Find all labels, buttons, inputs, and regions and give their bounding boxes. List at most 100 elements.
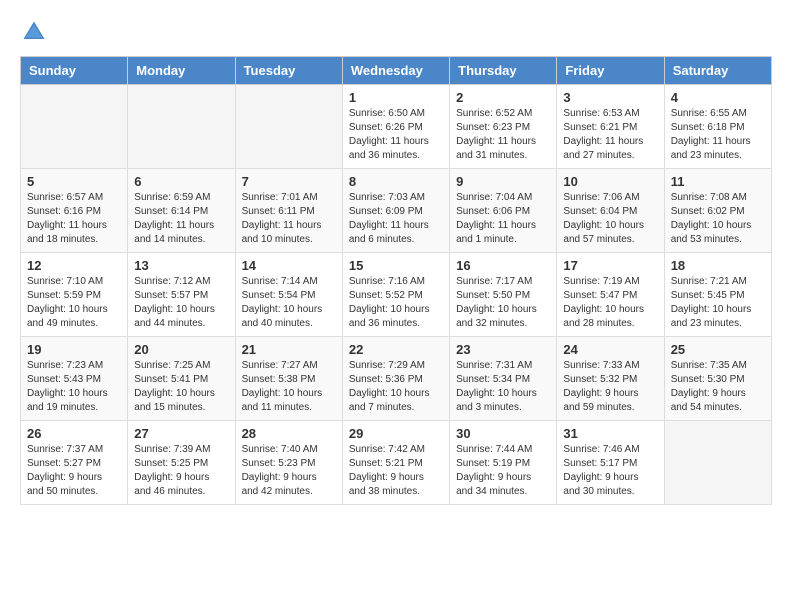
calendar-header-row: SundayMondayTuesdayWednesdayThursdayFrid…: [21, 57, 772, 85]
day-number: 2: [456, 90, 550, 105]
header: [20, 18, 772, 46]
day-info: Sunrise: 7:27 AM Sunset: 5:38 PM Dayligh…: [242, 359, 336, 415]
day-number: 17: [563, 258, 657, 273]
day-header: Friday: [557, 57, 664, 85]
calendar-cell: 5 Sunrise: 6:57 AM Sunset: 6:16 PM Daylig…: [21, 169, 128, 253]
calendar-cell: 15Sunrise: 7:16 AM Sunset: 5:52 PM Dayli…: [342, 253, 449, 337]
day-number: 29: [349, 426, 443, 441]
day-number: 12: [27, 258, 121, 273]
calendar-cell: 1 Sunrise: 6:50 AM Sunset: 6:26 PM Daylig…: [342, 85, 449, 169]
calendar-week-row: 5 Sunrise: 6:57 AM Sunset: 6:16 PM Daylig…: [21, 169, 772, 253]
day-number: 13: [134, 258, 228, 273]
calendar-cell: [21, 85, 128, 169]
day-number: 28: [242, 426, 336, 441]
day-info: Sunrise: 6:52 AM Sunset: 6:23 PM Dayligh…: [456, 107, 550, 163]
day-number: 1: [349, 90, 443, 105]
calendar-cell: 14 Sunrise: 7:14 AM Sunset: 5:54 PM Dayli…: [235, 253, 342, 337]
day-info: Sunrise: 7:10 AM Sunset: 5:59 PM Dayligh…: [27, 275, 121, 331]
calendar-cell: 3 Sunrise: 6:53 AM Sunset: 6:21 PM Daylig…: [557, 85, 664, 169]
page: SundayMondayTuesdayWednesdayThursdayFrid…: [0, 0, 792, 523]
calendar-week-row: 19Sunrise: 7:23 AM Sunset: 5:43 PM Dayli…: [21, 337, 772, 421]
day-number: 26: [27, 426, 121, 441]
day-info: Sunrise: 7:04 AM Sunset: 6:06 PM Dayligh…: [456, 191, 550, 247]
day-info: Sunrise: 6:50 AM Sunset: 6:26 PM Dayligh…: [349, 107, 443, 163]
day-info: Sunrise: 7:46 AM Sunset: 5:17 PM Dayligh…: [563, 443, 657, 499]
day-number: 31: [563, 426, 657, 441]
day-info: Sunrise: 7:42 AM Sunset: 5:21 PM Dayligh…: [349, 443, 443, 499]
day-number: 6: [134, 174, 228, 189]
day-number: 5: [27, 174, 121, 189]
calendar: SundayMondayTuesdayWednesdayThursdayFrid…: [20, 56, 772, 505]
day-number: 11: [671, 174, 765, 189]
logo: [20, 18, 52, 46]
day-info: Sunrise: 7:19 AM Sunset: 5:47 PM Dayligh…: [563, 275, 657, 331]
calendar-week-row: 26 Sunrise: 7:37 AM Sunset: 5:27 PM Dayli…: [21, 421, 772, 505]
calendar-cell: 20Sunrise: 7:25 AM Sunset: 5:41 PM Dayli…: [128, 337, 235, 421]
logo-icon: [20, 18, 48, 46]
day-number: 8: [349, 174, 443, 189]
day-header: Thursday: [450, 57, 557, 85]
day-info: Sunrise: 7:03 AM Sunset: 6:09 PM Dayligh…: [349, 191, 443, 247]
calendar-cell: 13 Sunrise: 7:12 AM Sunset: 5:57 PM Dayli…: [128, 253, 235, 337]
calendar-cell: 27 Sunrise: 7:39 AM Sunset: 5:25 PM Dayli…: [128, 421, 235, 505]
calendar-cell: [128, 85, 235, 169]
calendar-cell: 10 Sunrise: 7:06 AM Sunset: 6:04 PM Dayli…: [557, 169, 664, 253]
day-number: 14: [242, 258, 336, 273]
day-info: Sunrise: 7:12 AM Sunset: 5:57 PM Dayligh…: [134, 275, 228, 331]
day-number: 3: [563, 90, 657, 105]
day-header: Wednesday: [342, 57, 449, 85]
day-number: 24: [563, 342, 657, 357]
day-header: Saturday: [664, 57, 771, 85]
day-info: Sunrise: 7:44 AM Sunset: 5:19 PM Dayligh…: [456, 443, 550, 499]
day-info: Sunrise: 7:17 AM Sunset: 5:50 PM Dayligh…: [456, 275, 550, 331]
day-info: Sunrise: 7:01 AM Sunset: 6:11 PM Dayligh…: [242, 191, 336, 247]
day-header: Tuesday: [235, 57, 342, 85]
calendar-cell: 29 Sunrise: 7:42 AM Sunset: 5:21 PM Dayli…: [342, 421, 449, 505]
day-info: Sunrise: 7:25 AM Sunset: 5:41 PM Dayligh…: [134, 359, 228, 415]
calendar-cell: 31 Sunrise: 7:46 AM Sunset: 5:17 PM Dayli…: [557, 421, 664, 505]
day-info: Sunrise: 7:06 AM Sunset: 6:04 PM Dayligh…: [563, 191, 657, 247]
day-info: Sunrise: 7:37 AM Sunset: 5:27 PM Dayligh…: [27, 443, 121, 499]
day-number: 19: [27, 342, 121, 357]
calendar-cell: [235, 85, 342, 169]
day-info: Sunrise: 7:39 AM Sunset: 5:25 PM Dayligh…: [134, 443, 228, 499]
day-info: Sunrise: 7:21 AM Sunset: 5:45 PM Dayligh…: [671, 275, 765, 331]
day-header: Monday: [128, 57, 235, 85]
calendar-cell: 2 Sunrise: 6:52 AM Sunset: 6:23 PM Daylig…: [450, 85, 557, 169]
calendar-cell: 21 Sunrise: 7:27 AM Sunset: 5:38 PM Dayli…: [235, 337, 342, 421]
day-number: 21: [242, 342, 336, 357]
day-number: 4: [671, 90, 765, 105]
day-number: 18: [671, 258, 765, 273]
calendar-cell: 28Sunrise: 7:40 AM Sunset: 5:23 PM Dayli…: [235, 421, 342, 505]
day-number: 9: [456, 174, 550, 189]
calendar-cell: 16 Sunrise: 7:17 AM Sunset: 5:50 PM Dayli…: [450, 253, 557, 337]
calendar-cell: 23 Sunrise: 7:31 AM Sunset: 5:34 PM Dayli…: [450, 337, 557, 421]
calendar-cell: 25Sunrise: 7:35 AM Sunset: 5:30 PM Dayli…: [664, 337, 771, 421]
calendar-cell: 4 Sunrise: 6:55 AM Sunset: 6:18 PM Daylig…: [664, 85, 771, 169]
day-info: Sunrise: 6:53 AM Sunset: 6:21 PM Dayligh…: [563, 107, 657, 163]
day-info: Sunrise: 6:55 AM Sunset: 6:18 PM Dayligh…: [671, 107, 765, 163]
calendar-cell: 7 Sunrise: 7:01 AM Sunset: 6:11 PM Daylig…: [235, 169, 342, 253]
day-info: Sunrise: 7:14 AM Sunset: 5:54 PM Dayligh…: [242, 275, 336, 331]
calendar-cell: 26 Sunrise: 7:37 AM Sunset: 5:27 PM Dayli…: [21, 421, 128, 505]
calendar-cell: 30 Sunrise: 7:44 AM Sunset: 5:19 PM Dayli…: [450, 421, 557, 505]
day-number: 16: [456, 258, 550, 273]
calendar-cell: 22Sunrise: 7:29 AM Sunset: 5:36 PM Dayli…: [342, 337, 449, 421]
calendar-cell: 17 Sunrise: 7:19 AM Sunset: 5:47 PM Dayli…: [557, 253, 664, 337]
calendar-week-row: 1 Sunrise: 6:50 AM Sunset: 6:26 PM Daylig…: [21, 85, 772, 169]
day-info: Sunrise: 7:29 AM Sunset: 5:36 PM Dayligh…: [349, 359, 443, 415]
day-info: Sunrise: 7:35 AM Sunset: 5:30 PM Dayligh…: [671, 359, 765, 415]
day-info: Sunrise: 7:08 AM Sunset: 6:02 PM Dayligh…: [671, 191, 765, 247]
calendar-cell: 19Sunrise: 7:23 AM Sunset: 5:43 PM Dayli…: [21, 337, 128, 421]
day-number: 7: [242, 174, 336, 189]
day-number: 27: [134, 426, 228, 441]
day-number: 10: [563, 174, 657, 189]
day-info: Sunrise: 6:57 AM Sunset: 6:16 PM Dayligh…: [27, 191, 121, 247]
calendar-cell: 11 Sunrise: 7:08 AM Sunset: 6:02 PM Dayli…: [664, 169, 771, 253]
day-number: 30: [456, 426, 550, 441]
calendar-cell: 18 Sunrise: 7:21 AM Sunset: 5:45 PM Dayli…: [664, 253, 771, 337]
calendar-cell: 6Sunrise: 6:59 AM Sunset: 6:14 PM Daylig…: [128, 169, 235, 253]
day-info: Sunrise: 7:31 AM Sunset: 5:34 PM Dayligh…: [456, 359, 550, 415]
calendar-cell: 12 Sunrise: 7:10 AM Sunset: 5:59 PM Dayli…: [21, 253, 128, 337]
day-number: 23: [456, 342, 550, 357]
